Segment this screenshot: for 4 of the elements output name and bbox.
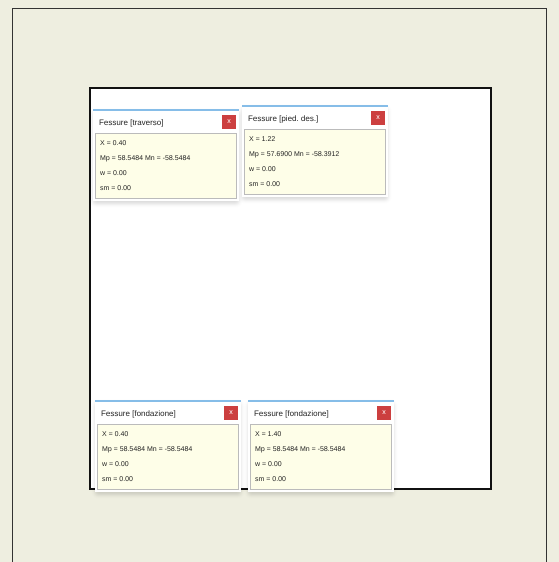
panel-title: Fessure [pied. des.]: [248, 114, 318, 122]
panel-title: Fessure [fondazione]: [101, 408, 176, 418]
panel-title: Fessure [traverso]: [99, 118, 164, 126]
panel-title: Fessure [fondazione]: [254, 408, 329, 418]
